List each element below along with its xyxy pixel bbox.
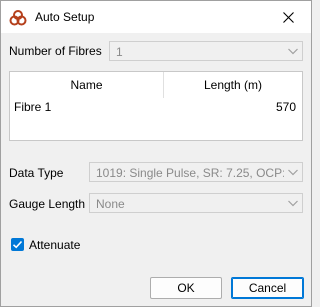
- column-header-name[interactable]: Name: [10, 72, 164, 98]
- close-button[interactable]: [265, 1, 311, 33]
- chevron-down-icon: [288, 200, 298, 207]
- gauge-length-select[interactable]: None: [89, 193, 303, 213]
- dialog-title: Auto Setup: [35, 10, 95, 24]
- cell-fibre-name: Fibre 1: [14, 100, 52, 114]
- attenuate-checkbox[interactable]: [11, 238, 24, 251]
- chevron-down-icon: [288, 169, 298, 176]
- cell-fibre-length[interactable]: 570: [276, 100, 296, 114]
- gauge-length-label: Gauge Length: [9, 197, 86, 211]
- gauge-length-value: None: [96, 197, 125, 211]
- number-of-fibres-select[interactable]: 1: [109, 41, 303, 61]
- column-header-length[interactable]: Length (m): [164, 72, 302, 98]
- cancel-button[interactable]: Cancel: [231, 277, 304, 299]
- auto-setup-dialog: Auto Setup Number of Fibres 1 Name Lengt…: [0, 0, 312, 307]
- close-icon: [282, 11, 294, 23]
- data-type-select[interactable]: 1019: Single Pulse, SR: 7.25, OCP: 5: [89, 162, 303, 182]
- checkmark-icon: [12, 240, 23, 249]
- ok-button[interactable]: OK: [150, 277, 222, 299]
- table-header: Name Length (m): [10, 72, 302, 98]
- table-row[interactable]: Fibre 1 570: [10, 98, 302, 116]
- number-of-fibres-value: 1: [116, 45, 123, 59]
- attenuate-label[interactable]: Attenuate: [29, 238, 80, 252]
- chevron-down-icon: [288, 48, 298, 55]
- data-type-label: Data Type: [9, 166, 64, 180]
- data-type-value: 1019: Single Pulse, SR: 7.25, OCP: 5: [96, 166, 284, 180]
- fibres-table: Name Length (m) Fibre 1 570: [9, 71, 303, 141]
- number-of-fibres-label: Number of Fibres: [9, 44, 102, 58]
- title-bar: Auto Setup: [1, 1, 311, 33]
- biohazard-icon: [9, 9, 27, 27]
